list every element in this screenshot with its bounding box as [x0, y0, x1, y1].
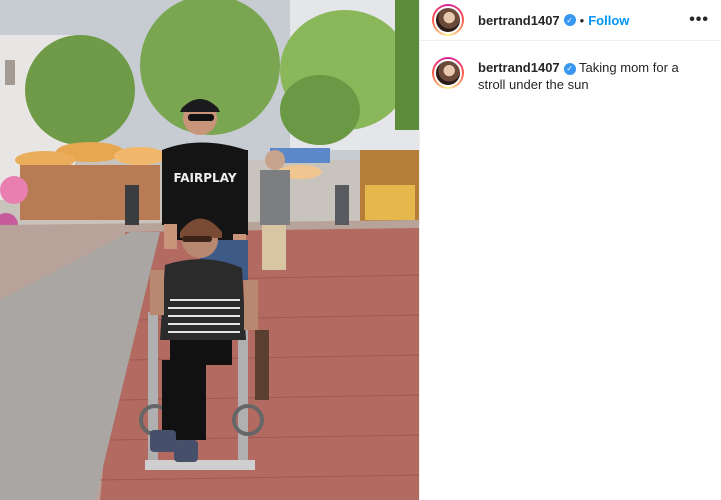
separator-dot: •: [579, 12, 585, 28]
shirt-text: FAIRPLAY: [173, 171, 236, 185]
caption-username[interactable]: bertrand1407: [478, 60, 560, 75]
verified-badge-icon: ✓: [563, 14, 576, 26]
follow-button[interactable]: Follow: [588, 13, 629, 28]
caption-avatar[interactable]: [432, 57, 464, 89]
photo-scene: FAIRPLAY: [0, 0, 419, 500]
caption-avatar-image: [434, 59, 462, 87]
post-side-panel: bertrand1407 ✓ • Follow ••• bertrand1407…: [419, 0, 721, 500]
avatar[interactable]: [432, 4, 464, 36]
more-options-icon[interactable]: •••: [689, 11, 709, 29]
post-header: bertrand1407 ✓ • Follow •••: [420, 0, 721, 41]
caption-text-block: bertrand1407 ✓ Taking mom for a stroll un…: [478, 59, 688, 93]
caption-row: bertrand1407 ✓ Taking mom for a stroll un…: [420, 41, 721, 93]
avatar-image: [434, 6, 462, 34]
post-photo[interactable]: FAIRPLAY: [0, 0, 419, 500]
username-link[interactable]: bertrand1407: [478, 13, 560, 28]
caption-verified-badge-icon: ✓: [563, 62, 576, 75]
